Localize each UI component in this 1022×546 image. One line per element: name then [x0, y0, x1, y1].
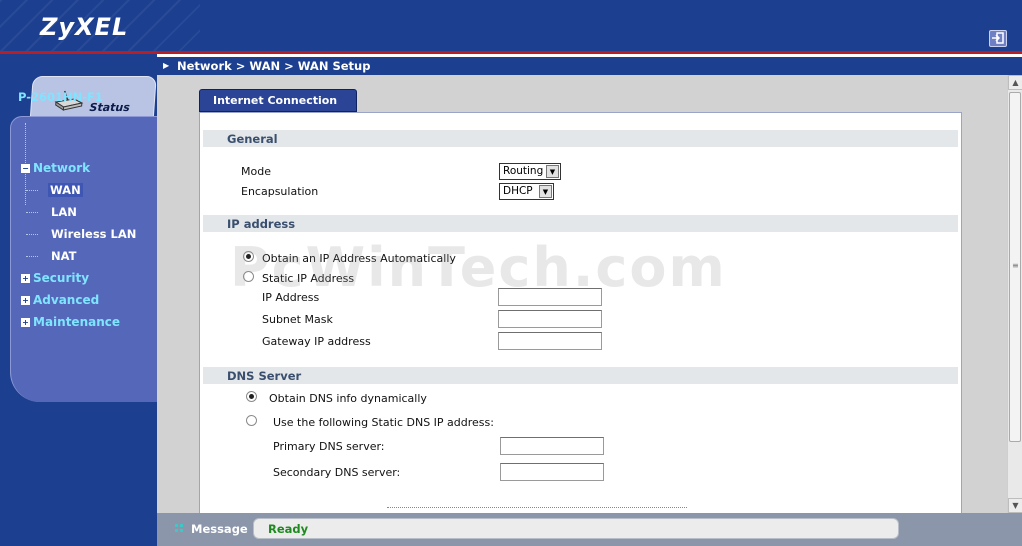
message-bar: Message Ready: [157, 513, 1022, 546]
nav-panel: [10, 116, 157, 402]
encapsulation-select[interactable]: DHCP ▼: [499, 183, 554, 200]
primary-dns-field[interactable]: [500, 437, 604, 455]
message-dots-icon: [175, 524, 183, 532]
device-model: P-2601HN-F1: [18, 90, 103, 104]
tab-internet-connection[interactable]: Internet Connection: [199, 89, 357, 112]
main-content: Internet Connection General Mode Routing…: [157, 75, 1007, 513]
dns-dynamic-label: Obtain DNS info dynamically: [269, 392, 427, 405]
status-message: Ready: [253, 518, 899, 539]
secondary-dns-field[interactable]: [500, 463, 604, 481]
breadcrumb: ▶ Network > WAN > WAN Setup: [157, 57, 1022, 75]
nav-item-network[interactable]: − Network: [21, 161, 90, 175]
encapsulation-value: DHCP: [503, 185, 533, 197]
scroll-up-icon[interactable]: ▲: [1008, 75, 1022, 90]
section-dns-header: DNS Server: [203, 367, 958, 384]
breadcrumb-text: Network > WAN > WAN Setup: [177, 59, 371, 73]
primary-dns-label: Primary DNS server:: [273, 440, 385, 453]
mode-select[interactable]: Routing ▼: [499, 163, 561, 180]
expand-icon[interactable]: +: [21, 318, 30, 327]
collapse-icon[interactable]: −: [21, 164, 30, 173]
gateway-label: Gateway IP address: [262, 335, 371, 348]
dns-static-label: Use the following Static DNS IP address:: [273, 416, 494, 429]
section-ip-header: IP address: [203, 215, 958, 232]
dns-dynamic-radio[interactable]: [246, 391, 257, 402]
nav-item-label: Advanced: [33, 293, 100, 307]
encapsulation-label: Encapsulation: [241, 185, 319, 198]
tree-branch: [26, 212, 38, 213]
section-general-header: General: [203, 130, 958, 147]
vertical-scrollbar[interactable]: ▲ ≡ ▼: [1007, 75, 1022, 513]
gateway-field[interactable]: [498, 332, 602, 350]
breadcrumb-arrow-icon: ▶: [163, 61, 170, 70]
tree-branch: [26, 190, 38, 191]
message-label: Message: [191, 522, 248, 536]
tree-branch: [26, 256, 38, 257]
mode-value: Routing: [503, 165, 544, 177]
ip-address-label: IP Address: [262, 291, 320, 304]
nav-item-advanced[interactable]: + Advanced: [21, 293, 99, 307]
subnet-mask-label: Subnet Mask: [262, 313, 333, 326]
subnet-mask-field[interactable]: [498, 310, 602, 328]
nav-item-label: Maintenance: [33, 315, 121, 329]
dns-static-radio[interactable]: [246, 415, 257, 426]
expand-icon[interactable]: +: [21, 296, 30, 305]
secondary-dns-label: Secondary DNS server:: [273, 466, 401, 479]
divider: [387, 507, 687, 508]
top-header: ZyXEL: [0, 0, 1022, 54]
ip-address-field[interactable]: [498, 288, 602, 306]
static-ip-label: Static IP Address: [262, 272, 355, 285]
scroll-thumb[interactable]: ≡: [1009, 92, 1021, 442]
expand-icon[interactable]: +: [21, 274, 30, 283]
obtain-ip-auto-radio[interactable]: [243, 251, 254, 262]
nav-item-wan[interactable]: WAN: [48, 183, 83, 197]
nav-item-security[interactable]: + Security: [21, 271, 89, 285]
mode-label: Mode: [241, 165, 271, 178]
logout-icon[interactable]: [989, 30, 1007, 47]
tree-branch: [26, 234, 38, 235]
nav-item-lan[interactable]: LAN: [51, 205, 77, 219]
nav-item-label: WAN: [48, 183, 83, 197]
obtain-ip-auto-label: Obtain an IP Address Automatically: [262, 252, 456, 265]
nav-item-wireless-lan[interactable]: Wireless LAN: [51, 227, 136, 241]
chevron-down-icon: ▼: [539, 185, 552, 198]
grip-icon: ≡: [1012, 261, 1019, 270]
static-ip-radio[interactable]: [243, 271, 254, 282]
nav-item-nat[interactable]: NAT: [51, 249, 76, 263]
scroll-down-icon[interactable]: ▼: [1008, 498, 1022, 513]
brand-logo: ZyXEL: [40, 13, 129, 41]
nav-item-label: Network: [33, 161, 91, 175]
nav-item-label: Security: [33, 271, 90, 285]
nav-item-maintenance[interactable]: + Maintenance: [21, 315, 120, 329]
form-panel: General Mode Routing ▼ Encapsulation DHC…: [199, 112, 962, 513]
chevron-down-icon: ▼: [546, 165, 559, 178]
